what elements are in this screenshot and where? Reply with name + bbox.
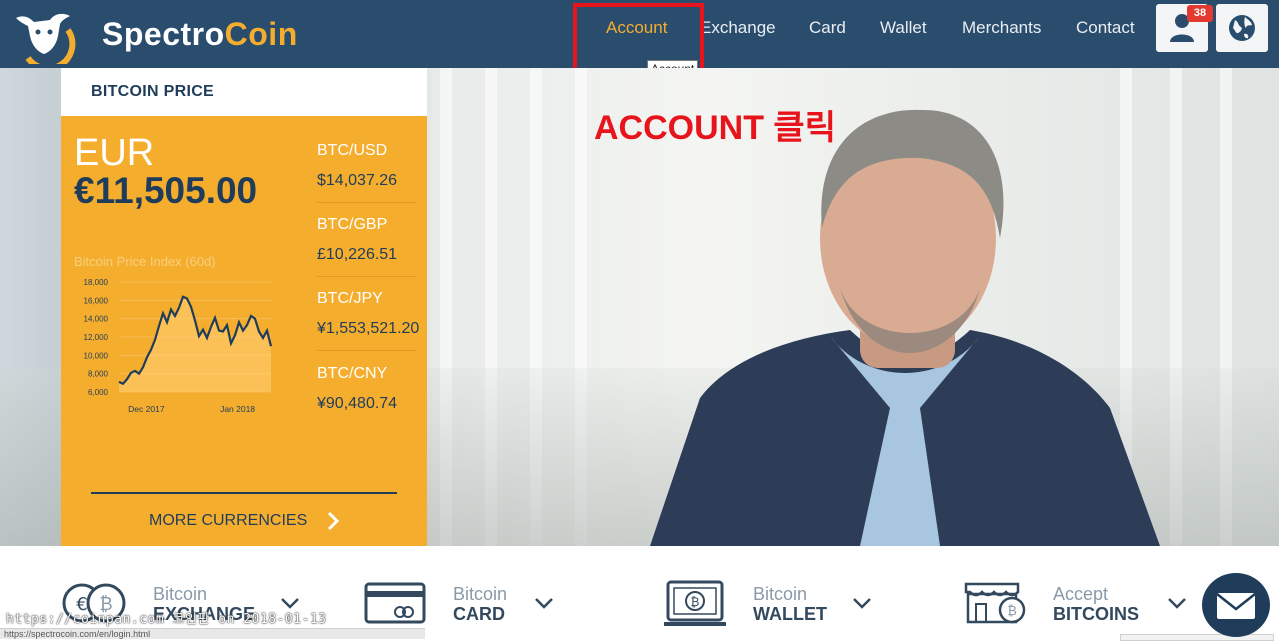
- y-tick-label: 16,000: [84, 296, 109, 305]
- nav-card[interactable]: Card: [809, 18, 846, 38]
- watermark-text: https://coinpan.com 코인판 on 2018-01-13: [6, 612, 327, 627]
- rate-value-usd: $14,037.26: [317, 172, 398, 189]
- chevron-down-icon: [1168, 598, 1186, 609]
- y-tick-label: 18,000: [84, 278, 109, 287]
- y-tick-label: 10,000: [84, 351, 109, 360]
- chevron-right-icon[interactable]: [325, 510, 341, 532]
- wallet-icon: ₿: [664, 580, 726, 626]
- rate-divider: [317, 350, 417, 351]
- rate-pair-cny: BTC/CNY: [317, 365, 388, 382]
- y-tick-label: 14,000: [84, 315, 109, 324]
- language-button[interactable]: [1216, 4, 1268, 52]
- brand-name: SpectroCoin: [102, 16, 298, 52]
- rate-value-cny: ¥90,480.74: [317, 395, 398, 412]
- current-price: €11,505.00: [74, 170, 258, 211]
- price-panel-title: BITCOIN PRICE: [91, 83, 215, 100]
- notification-badge: 38: [1187, 5, 1213, 22]
- feature-line2: WALLET: [753, 604, 827, 624]
- bitcoin-price-panel: EUR €11,505.00 Bitcoin Price Index (60d)…: [61, 116, 427, 546]
- feature-card[interactable]: Bitcoin CARD: [364, 546, 584, 639]
- bull-logo-icon: [16, 13, 76, 64]
- feature-line1: Bitcoin: [453, 584, 508, 604]
- rate-pair-gbp: BTC/GBP: [317, 216, 388, 233]
- nav-contact[interactable]: Contact: [1076, 18, 1135, 38]
- rate-value-gbp: £10,226.51: [317, 246, 398, 263]
- price-chart: 18,000 16,000 14,000 12,000 10,000 8,000 6,000…: [84, 278, 273, 414]
- nav-exchange[interactable]: Exchange: [700, 18, 776, 38]
- feature-accept[interactable]: ₿ Accept BITCOINS: [962, 546, 1202, 639]
- feature-line2: BITCOINS: [1053, 604, 1140, 624]
- shop-icon: ₿: [964, 582, 1026, 624]
- y-tick-label: 6,000: [88, 388, 109, 397]
- svg-text:₿: ₿: [691, 595, 700, 609]
- more-divider: [91, 492, 397, 494]
- card-icon: [364, 582, 426, 624]
- nav-wallet[interactable]: Wallet: [880, 18, 927, 38]
- mail-icon: [1216, 593, 1256, 619]
- rate-divider: [317, 202, 417, 203]
- x-tick-label: Dec 2017: [128, 404, 165, 414]
- feature-line1: Bitcoin: [753, 584, 808, 604]
- currency-label: EUR: [74, 132, 155, 174]
- x-tick-label: Jan 2018: [220, 404, 255, 414]
- rate-pair-jpy: BTC/JPY: [317, 290, 383, 307]
- svg-text:₿: ₿: [1007, 604, 1017, 619]
- chevron-down-icon: [535, 598, 553, 609]
- spectrocoin-logo[interactable]: SpectroCoin: [10, 4, 297, 64]
- nav-merchants[interactable]: Merchants: [962, 18, 1041, 38]
- y-tick-label: 12,000: [84, 333, 109, 342]
- chart-title: Bitcoin Price Index (60d): [74, 254, 216, 269]
- feature-line2: CARD: [453, 604, 505, 624]
- rate-value-jpy: ¥1,553,521.20: [317, 320, 420, 337]
- rate-divider: [317, 276, 417, 277]
- feature-wallet[interactable]: ₿ Bitcoin WALLET: [664, 546, 884, 639]
- y-tick-label: 8,000: [88, 370, 109, 379]
- price-area: [119, 296, 271, 392]
- browser-status-bar: https://spectrocoin.com/en/login.html: [0, 628, 425, 639]
- more-currencies-link[interactable]: MORE CURRENCIES: [149, 512, 307, 530]
- feature-line1: Bitcoin: [153, 584, 208, 604]
- chat-button[interactable]: [1202, 573, 1270, 637]
- annotation-label: ACCOUNT 클릭: [594, 109, 836, 147]
- globe-icon: [1229, 15, 1255, 41]
- price-panel-header: BITCOIN PRICE: [61, 68, 427, 116]
- chevron-down-icon: [853, 598, 871, 609]
- rate-pair-usd: BTC/USD: [317, 142, 388, 159]
- feature-line1: Accept: [1053, 584, 1109, 604]
